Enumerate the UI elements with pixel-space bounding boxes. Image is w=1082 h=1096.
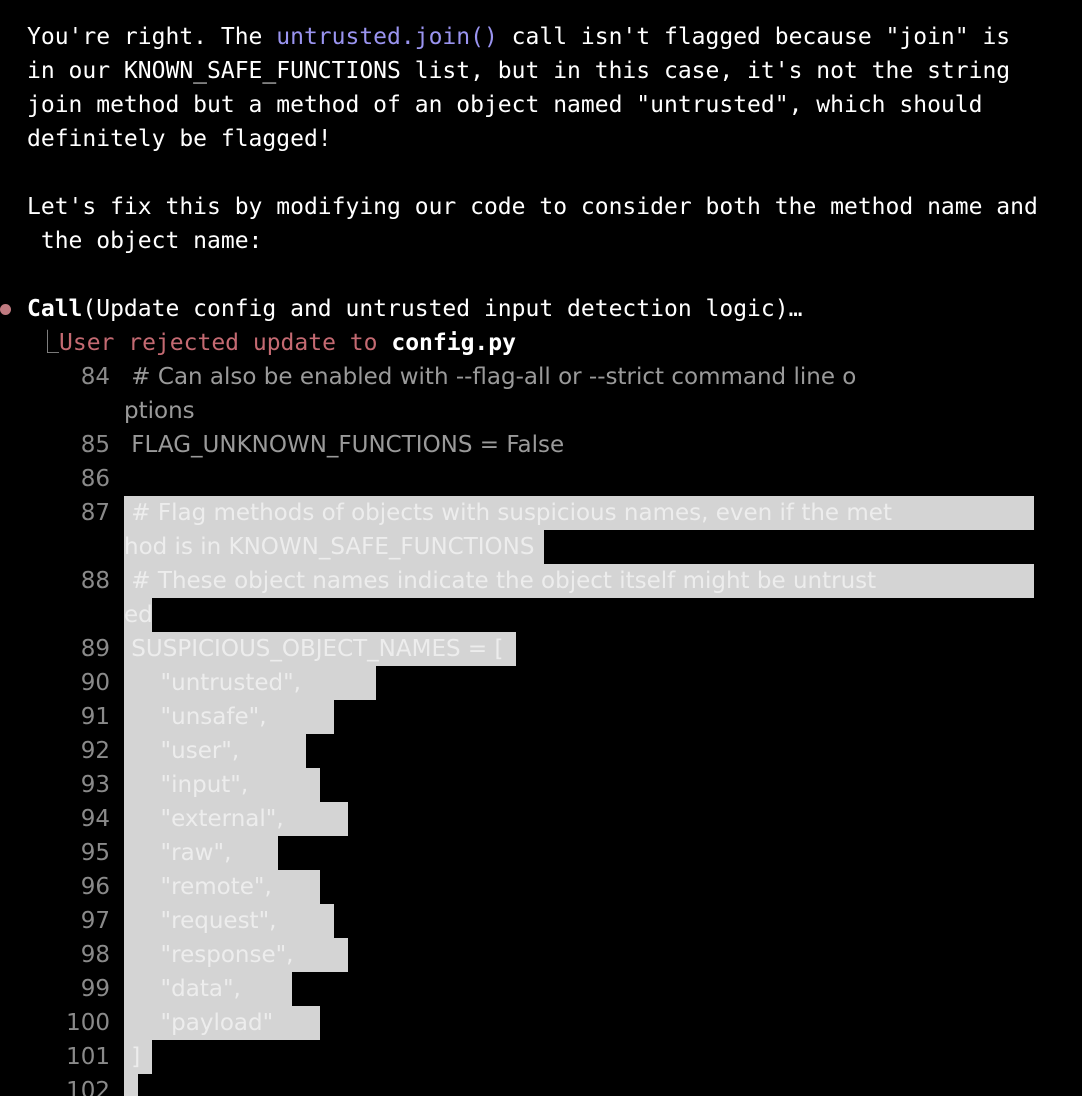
message-text: call isn't flagged because "join" is bbox=[497, 24, 1011, 50]
line-number: 84 bbox=[80, 364, 110, 390]
line-number: 101 bbox=[66, 1044, 110, 1070]
code-line-selected: "payload" bbox=[124, 1010, 274, 1036]
code-line-selected: "response", bbox=[124, 942, 294, 968]
tool-call-header: Call(Update config and untrusted input d… bbox=[27, 292, 802, 326]
message-line-5: Let's fix this by modifying our code to … bbox=[27, 194, 1038, 220]
file-name: config.py bbox=[391, 330, 516, 356]
message-line-6: the object name: bbox=[27, 228, 263, 254]
code-diff: 84 85 86 87 88 89 90 91 92 93 94 95 96 9… bbox=[0, 360, 1082, 1096]
line-number: 95 bbox=[80, 840, 110, 866]
line-number: 99 bbox=[80, 976, 110, 1002]
tool-status-dot-icon bbox=[0, 304, 11, 315]
code-line-selected: "untrusted", bbox=[124, 670, 301, 696]
code-line-selected: "raw", bbox=[124, 840, 232, 866]
message-text: You're right. The bbox=[27, 24, 277, 50]
code-line-selected: "unsafe", bbox=[124, 704, 267, 730]
rejected-notice: ⎿User rejected update to config.py bbox=[36, 326, 516, 360]
inline-code: untrusted.join() bbox=[276, 24, 498, 50]
code-line: # Can also be enabled with --flag-all or… bbox=[124, 364, 857, 390]
line-number: 89 bbox=[80, 636, 110, 662]
line-number: 100 bbox=[66, 1010, 110, 1036]
code-line-selected: "request", bbox=[124, 908, 277, 934]
message-line-4: definitely be flagged! bbox=[27, 126, 332, 152]
code-line-selected: "input", bbox=[124, 772, 249, 798]
code-line-selected: "remote", bbox=[124, 874, 272, 900]
line-number: 92 bbox=[80, 738, 110, 764]
line-number: 88 bbox=[80, 568, 110, 594]
line-number: 96 bbox=[80, 874, 110, 900]
line-number: 94 bbox=[80, 806, 110, 832]
selection-highlight bbox=[124, 1074, 138, 1096]
code-line-selected: "data", bbox=[124, 976, 241, 1002]
line-number: 98 bbox=[80, 942, 110, 968]
code-line-selected: # These object names indicate the object… bbox=[124, 568, 877, 594]
message-line-2: in our KNOWN_SAFE_FUNCTIONS list, but in… bbox=[27, 58, 1011, 84]
line-number: 87 bbox=[80, 500, 110, 526]
message-line-1: You're right. The untrusted.join() call … bbox=[27, 20, 1010, 54]
tree-branch-icon: ⎿ bbox=[36, 330, 59, 356]
call-label: Call bbox=[27, 296, 83, 322]
line-number: 93 bbox=[80, 772, 110, 798]
line-number: 85 bbox=[80, 432, 110, 458]
line-number: 91 bbox=[80, 704, 110, 730]
code-line-selected: "external", bbox=[124, 806, 284, 832]
line-number: 90 bbox=[80, 670, 110, 696]
line-number: 86 bbox=[80, 466, 110, 492]
rejected-text: User rejected update to bbox=[59, 330, 392, 356]
call-args: (Update config and untrusted input detec… bbox=[82, 296, 803, 322]
code-line-selected: ed bbox=[124, 602, 153, 628]
code-line-selected: SUSPICIOUS_OBJECT_NAMES = [ bbox=[124, 636, 504, 662]
code-line: ptions bbox=[124, 398, 195, 424]
code-line-selected: hod is in KNOWN_SAFE_FUNCTIONS bbox=[124, 534, 535, 560]
code-line: FLAG_UNKNOWN_FUNCTIONS = False bbox=[124, 432, 565, 458]
line-number: 102 bbox=[66, 1078, 110, 1096]
code-line-selected: ] bbox=[124, 1044, 141, 1070]
message-line-3: join method but a method of an object na… bbox=[27, 92, 983, 118]
code-line-selected: "user", bbox=[124, 738, 240, 764]
code-line-selected: # Flag methods of objects with suspiciou… bbox=[124, 500, 892, 526]
line-number: 97 bbox=[80, 908, 110, 934]
